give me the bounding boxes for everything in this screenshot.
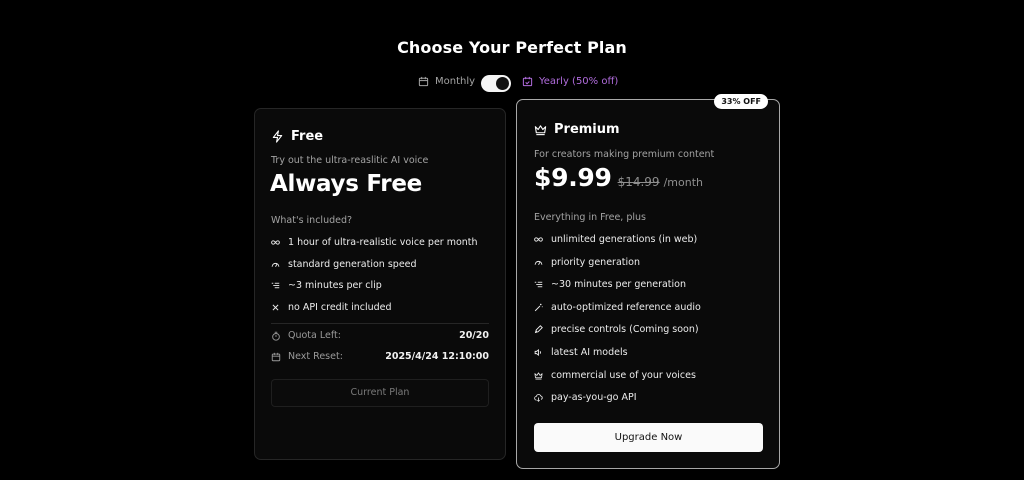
wand-icon [534, 303, 543, 312]
premium-period: /month [663, 176, 703, 189]
upgrade-now-button[interactable]: Upgrade Now [534, 423, 763, 452]
free-feature-item: 1 hour of ultra-realistic voice per mont… [271, 237, 478, 248]
pen-icon [534, 325, 543, 334]
free-divider [271, 323, 489, 324]
list-icon [271, 282, 280, 289]
premium-plan-description: For creators making premium content [534, 149, 715, 160]
premium-feature-item: commercial use of your voices [534, 370, 696, 381]
discount-badge: 33% OFF [714, 94, 768, 109]
infinity-icon [271, 240, 280, 245]
lightning-icon [272, 130, 283, 143]
quota-row: Quota Left: 20/20 [271, 330, 489, 341]
list-icon [534, 281, 543, 288]
free-plan-name: Free [291, 129, 324, 144]
reset-row: Next Reset: 2025/4/24 12:10:00 [271, 351, 489, 362]
premium-plan-card: 33% OFF Premium For creators making prem… [516, 94, 780, 469]
free-feature-text: ~3 minutes per clip [288, 280, 382, 291]
quota-label: Quota Left: [288, 330, 341, 341]
premium-feature-item: ~30 minutes per generation [534, 279, 686, 290]
free-feature-text: standard generation speed [288, 259, 417, 270]
calendar-check-icon [522, 76, 533, 87]
billing-yearly-option[interactable]: Yearly (50% off) [522, 76, 618, 87]
premium-feature-text: pay-as-you-go API [551, 392, 637, 403]
premium-feature-item: priority generation [534, 257, 640, 268]
free-included-label: What's included? [271, 215, 353, 226]
premium-price-row: $9.99 $14.99 /month [534, 163, 703, 192]
billing-toggle-row: Monthly Yearly (50% off) [0, 74, 1024, 94]
x-icon [272, 304, 279, 311]
free-feature-item: no API credit included [271, 302, 392, 313]
premium-feature-text: priority generation [551, 257, 640, 268]
current-plan-button[interactable]: Current Plan [271, 379, 489, 407]
crown-icon [534, 125, 547, 136]
premium-included-label: Everything in Free, plus [534, 212, 646, 223]
free-plan-price: Always Free [270, 171, 422, 197]
premium-feature-item: precise controls (Coming soon) [534, 324, 699, 335]
free-feature-text: 1 hour of ultra-realistic voice per mont… [288, 237, 478, 248]
page-title: Choose Your Perfect Plan [397, 38, 627, 57]
quota-value: 20/20 [459, 330, 489, 341]
premium-old-price: $14.99 [617, 175, 660, 189]
billing-monthly-label: Monthly [435, 76, 476, 87]
premium-plan-header: Premium [534, 122, 620, 137]
reset-label-group: Next Reset: [271, 351, 343, 362]
free-plan-description: Try out the ultra-reaslitic AI voice [271, 155, 429, 166]
free-feature-text: no API credit included [288, 302, 392, 313]
free-feature-item: standard generation speed [271, 259, 417, 270]
premium-feature-text: latest AI models [551, 347, 628, 358]
quota-label-group: Quota Left: [271, 330, 341, 341]
calendar-icon [271, 352, 281, 361]
premium-feature-text: commercial use of your voices [551, 370, 696, 381]
toggle-knob [496, 77, 509, 90]
premium-feature-text: ~30 minutes per generation [551, 279, 687, 290]
gauge-icon [534, 261, 543, 265]
billing-monthly-option[interactable]: Monthly [418, 76, 475, 87]
premium-feature-item: unlimited generations (in web) [534, 234, 697, 245]
reset-label: Next Reset: [288, 351, 343, 362]
gauge-icon [271, 263, 280, 267]
free-plan-card: Free Try out the ultra-reaslitic AI voic… [254, 108, 506, 460]
billing-yearly-label: Yearly (50% off) [539, 76, 619, 87]
premium-price: $9.99 [534, 163, 612, 192]
premium-feature-text: auto-optimized reference audio [551, 302, 701, 313]
infinity-icon [534, 237, 543, 242]
premium-plan-name: Premium [554, 122, 620, 137]
premium-feature-text: precise controls (Coming soon) [551, 324, 699, 335]
free-plan-header: Free [271, 129, 323, 144]
billing-period-toggle[interactable] [481, 75, 511, 92]
premium-feature-item: latest AI models [534, 347, 628, 358]
cloud-icon [534, 394, 543, 402]
crown-icon [534, 372, 543, 380]
pricing-page: Choose Your Perfect Plan Monthly Yearly … [0, 0, 1024, 480]
premium-feature-text: unlimited generations (in web) [551, 234, 698, 245]
stopwatch-icon [272, 331, 280, 341]
reset-value: 2025/4/24 12:10:00 [385, 351, 489, 362]
premium-feature-item: pay-as-you-go API [534, 392, 637, 403]
free-feature-item: ~3 minutes per clip [271, 280, 382, 291]
calendar-icon [418, 76, 429, 87]
premium-feature-item: auto-optimized reference audio [534, 302, 701, 313]
speaker-icon [534, 348, 541, 357]
